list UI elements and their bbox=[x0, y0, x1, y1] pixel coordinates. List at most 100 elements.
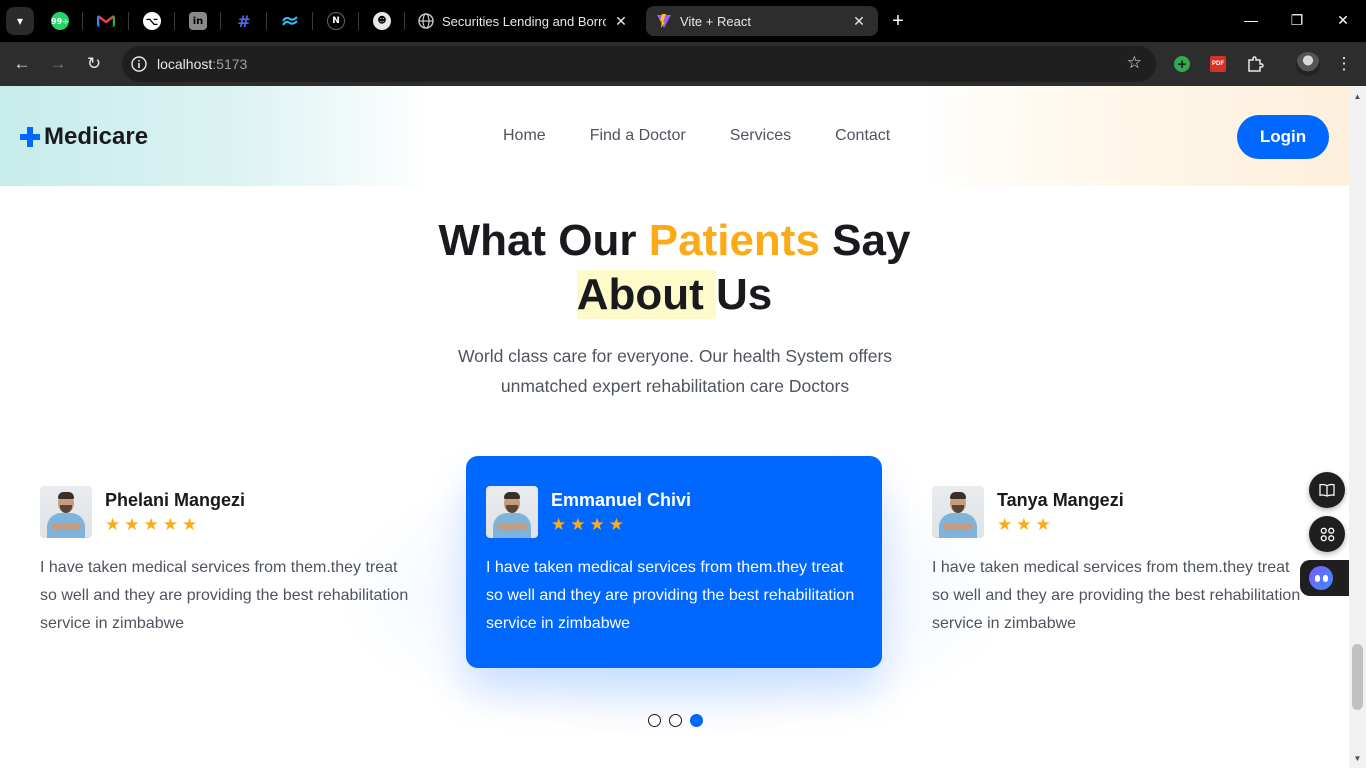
pagination-dot[interactable] bbox=[669, 714, 682, 727]
logo-text: Medicare bbox=[44, 123, 149, 150]
nav-find-doctor[interactable]: Find a Doctor bbox=[590, 127, 686, 145]
page-scrollbar[interactable]: ▲ ▼ bbox=[1349, 86, 1366, 768]
profile-avatar[interactable] bbox=[1295, 51, 1321, 77]
login-button[interactable]: Login bbox=[1237, 115, 1329, 159]
site-info-icon[interactable] bbox=[128, 53, 150, 75]
star-icon: ★ bbox=[162, 515, 178, 535]
whatsapp-icon: 99+ bbox=[51, 12, 69, 30]
star-icon: ★ bbox=[997, 515, 1013, 535]
star-rating: ★ ★ ★ bbox=[997, 516, 1124, 534]
ai-assistant-button[interactable] bbox=[1300, 560, 1349, 596]
close-tab-icon[interactable]: ✕ bbox=[850, 12, 868, 30]
heading-part: Us bbox=[716, 270, 773, 319]
pinned-tab-gmail[interactable] bbox=[84, 6, 128, 36]
star-icon: ★ bbox=[551, 515, 567, 535]
page-viewport: Medicare Home Find a Doctor Services Con… bbox=[0, 86, 1349, 768]
hashnode-icon: # bbox=[237, 11, 251, 31]
chatbot-icon: ☻ bbox=[373, 12, 391, 30]
reload-icon[interactable]: ↻ bbox=[80, 50, 108, 78]
heading-accent: Patients bbox=[648, 216, 820, 265]
gmail-icon bbox=[97, 15, 115, 27]
star-icon: ★ bbox=[105, 515, 121, 535]
extensions-puzzle-icon[interactable] bbox=[1242, 51, 1268, 77]
pinned-tab-whatsapp[interactable]: 99+ bbox=[38, 6, 82, 36]
tailwind-icon bbox=[282, 16, 298, 26]
tab-separator bbox=[128, 12, 129, 30]
url-text: localhost:5173 bbox=[157, 56, 247, 72]
star-icon: ★ bbox=[182, 515, 198, 535]
reader-mode-icon[interactable] bbox=[1309, 472, 1345, 508]
pinned-tab-chatbot[interactable]: ☻ bbox=[360, 6, 404, 36]
browser-tab-bar: ▾ 99+ ⌥ in # N ☻ Securities Lending and … bbox=[0, 0, 1366, 42]
globe-icon bbox=[418, 13, 434, 29]
star-icon: ★ bbox=[1035, 515, 1051, 535]
new-tab-button[interactable]: + bbox=[884, 7, 912, 35]
tab-separator bbox=[312, 12, 313, 30]
minimize-icon[interactable]: — bbox=[1228, 0, 1274, 40]
tab-title: Securities Lending and Borrowing bbox=[442, 13, 606, 29]
star-icon: ★ bbox=[1016, 515, 1032, 535]
scrollbar-thumb[interactable] bbox=[1352, 644, 1363, 710]
nextjs-icon: N bbox=[327, 12, 345, 30]
tab-separator bbox=[358, 12, 359, 30]
restore-icon[interactable]: ❐ bbox=[1274, 0, 1320, 40]
star-icon: ★ bbox=[143, 515, 159, 535]
tab-separator bbox=[174, 12, 175, 30]
heading-part: Say bbox=[819, 216, 911, 265]
star-rating: ★ ★ ★ ★ bbox=[551, 516, 691, 534]
pinned-tab-nextjs[interactable]: N bbox=[314, 6, 358, 36]
star-icon: ★ bbox=[570, 515, 586, 535]
star-icon: ★ bbox=[608, 515, 624, 535]
url-host: localhost bbox=[157, 56, 213, 72]
star-icon: ★ bbox=[124, 515, 140, 535]
add-extension-icon[interactable]: + bbox=[1169, 51, 1195, 77]
pinned-tab-github[interactable]: ⌥ bbox=[130, 6, 174, 36]
star-icon: ★ bbox=[589, 515, 605, 535]
pinned-tab-linkedin[interactable]: in bbox=[176, 6, 220, 36]
avatar bbox=[486, 486, 538, 538]
medical-cross-icon bbox=[20, 127, 40, 147]
vite-icon bbox=[657, 14, 671, 28]
close-window-icon[interactable]: ✕ bbox=[1320, 0, 1366, 40]
reviewer-name: Phelani Mangezi bbox=[105, 490, 246, 510]
tab-title: Vite + React bbox=[680, 13, 751, 29]
tab-search-button[interactable]: ▾ bbox=[6, 7, 34, 35]
nav-services[interactable]: Services bbox=[730, 127, 791, 145]
reviewer-name: Tanya Mangezi bbox=[997, 490, 1124, 510]
bookmark-star-icon[interactable]: ☆ bbox=[1127, 53, 1142, 73]
section-subtitle: World class care for everyone. Our healt… bbox=[457, 346, 893, 396]
reviewer-name: Emmanuel Chivi bbox=[551, 490, 692, 510]
browser-menu-icon[interactable]: ⋮ bbox=[1330, 50, 1358, 78]
nav-contact[interactable]: Contact bbox=[835, 127, 890, 145]
apps-grid-icon[interactable] bbox=[1309, 516, 1345, 552]
github-icon: ⌥ bbox=[143, 12, 161, 30]
tab-vite-react[interactable]: Vite + React ✕ bbox=[646, 6, 878, 36]
carousel-pagination bbox=[648, 714, 703, 727]
section-heading: What Our Patients Say About Us bbox=[0, 214, 1349, 322]
heading-highlight: About bbox=[576, 270, 717, 319]
main-nav: Home Find a Doctor Services Contact bbox=[503, 127, 890, 145]
pinned-tab-tailwind[interactable] bbox=[268, 6, 312, 36]
pagination-dot[interactable] bbox=[690, 714, 703, 727]
pdf-icon[interactable]: PDF bbox=[1205, 51, 1231, 77]
scroll-down-icon[interactable]: ▼ bbox=[1349, 750, 1366, 766]
testimonial-card-featured: Emmanuel Chivi ★ ★ ★ ★ I have taken medical… bbox=[466, 456, 882, 668]
pagination-dot[interactable] bbox=[648, 714, 661, 727]
forward-arrow-icon[interactable]: → bbox=[44, 50, 72, 78]
address-bar[interactable]: localhost:5173 ☆ bbox=[122, 46, 1156, 82]
pinned-tab-hashnode[interactable]: # bbox=[222, 6, 266, 36]
back-arrow-icon[interactable]: ← bbox=[8, 50, 36, 78]
nav-home[interactable]: Home bbox=[503, 127, 546, 145]
logo[interactable]: Medicare bbox=[20, 123, 148, 151]
tab-securities-lending[interactable]: Securities Lending and Borrowing ✕ bbox=[408, 6, 640, 36]
tab-separator bbox=[82, 12, 83, 30]
heading-part: What Our bbox=[438, 216, 649, 265]
linkedin-icon: in bbox=[189, 12, 207, 30]
testimonial-card: Phelani Mangezi ★ ★ ★ ★ ★ I have taken medic… bbox=[0, 456, 416, 668]
review-text: I have taken medical services from them.… bbox=[932, 559, 1301, 632]
url-port: :5173 bbox=[212, 56, 248, 72]
close-tab-icon[interactable]: ✕ bbox=[612, 12, 630, 30]
scroll-up-icon[interactable]: ▲ bbox=[1349, 88, 1366, 104]
site-header: Medicare Home Find a Doctor Services Con… bbox=[0, 86, 1349, 186]
tab-separator bbox=[404, 12, 405, 30]
